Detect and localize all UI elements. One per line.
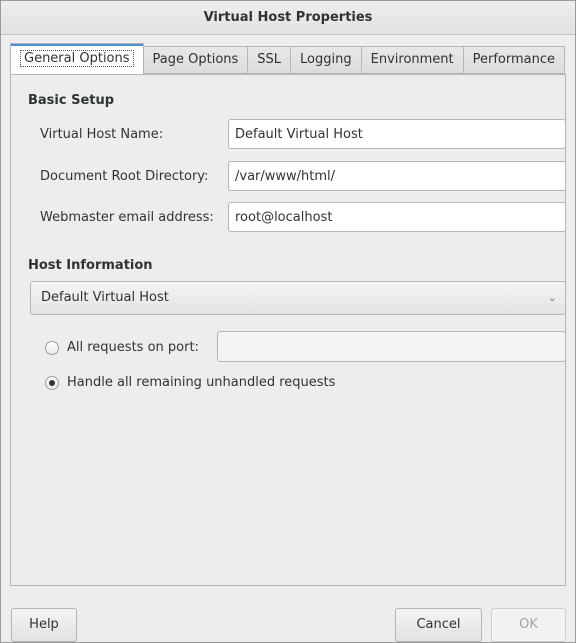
host-information-heading: Host Information	[28, 258, 153, 273]
tab-page-options[interactable]: Page Options	[143, 46, 249, 74]
tab-label: Performance	[472, 52, 556, 67]
tab-general-options[interactable]: General Options	[10, 43, 144, 74]
cancel-button[interactable]: Cancel	[395, 608, 482, 642]
tab-label: General Options	[20, 50, 134, 67]
tab-environment[interactable]: Environment	[361, 46, 464, 74]
document-root-input[interactable]	[228, 161, 566, 191]
radio-all-requests-on-port[interactable]: All requests on port:	[45, 340, 199, 355]
general-options-panel	[10, 74, 566, 586]
tab-logging[interactable]: Logging	[291, 46, 362, 74]
dialog-window: Virtual Host Properties General Options …	[0, 0, 576, 643]
chevron-down-icon: ⌄	[547, 291, 557, 304]
ok-button[interactable]: OK	[491, 608, 566, 642]
tab-label: Environment	[370, 52, 454, 67]
tab-label: Logging	[300, 52, 352, 67]
tab-label: SSL	[257, 52, 282, 67]
virtual-host-combo[interactable]: Default Virtual Host ⌄	[30, 281, 566, 315]
tab-label: Page Options	[152, 52, 239, 67]
radio-port-label: All requests on port:	[67, 340, 199, 355]
window-title: Virtual Host Properties	[1, 1, 575, 35]
tab-ssl[interactable]: SSL	[248, 46, 292, 74]
basic-setup-heading: Basic Setup	[28, 93, 115, 108]
tab-performance[interactable]: Performance	[463, 46, 566, 74]
port-input[interactable]	[217, 331, 566, 362]
radio-remaining-label: Handle all remaining unhandled requests	[67, 375, 336, 390]
radio-port-indicator[interactable]	[45, 340, 59, 355]
virtual-host-name-input[interactable]	[228, 119, 566, 149]
radio-handle-remaining[interactable]: Handle all remaining unhandled requests	[45, 375, 335, 390]
document-root-label: Document Root Directory:	[40, 169, 209, 184]
virtual-host-name-label: Virtual Host Name:	[40, 127, 164, 142]
webmaster-email-label: Webmaster email address:	[40, 210, 214, 225]
tab-bar: General Options Page Options SSL Logging…	[10, 43, 566, 74]
combo-value: Default Virtual Host	[41, 290, 169, 305]
webmaster-email-input[interactable]	[228, 202, 566, 232]
radio-remaining-indicator[interactable]	[45, 375, 59, 390]
help-button[interactable]: Help	[11, 608, 77, 642]
